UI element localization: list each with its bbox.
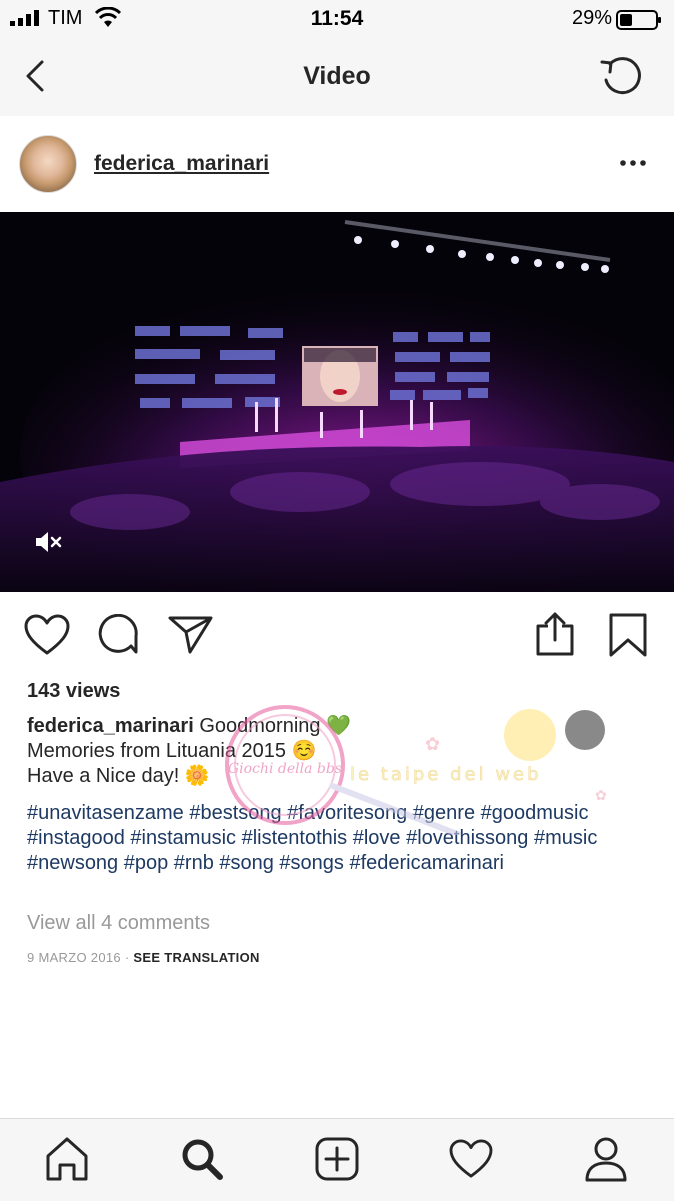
battery-percent: 29% <box>571 7 612 29</box>
heart-icon[interactable] <box>24 614 70 656</box>
more-icon[interactable] <box>618 148 648 178</box>
nav-bar: Video <box>0 40 674 117</box>
caption-username[interactable]: federica_marinari <box>27 715 194 737</box>
caption-line-2: Memories from Lituania 2015 ☺️ <box>27 739 647 764</box>
caption-text-3: Have a Nice day! <box>27 765 180 787</box>
post-header: federica_marinari <box>0 116 674 212</box>
post-date-row: 9 MARZO 2016 · SEE TRANSLATION <box>27 950 260 965</box>
profile-icon[interactable] <box>584 1136 628 1182</box>
upload-icon[interactable] <box>534 610 576 658</box>
video-frame <box>0 212 674 592</box>
caption-text-2: Memories from Lituania 2015 <box>27 740 287 762</box>
bookmark-icon[interactable] <box>608 612 648 658</box>
status-bar: TIM 11:54 29% <box>0 0 674 40</box>
share-icon[interactable] <box>168 614 214 654</box>
caption-line-1: federica_marinari Goodmorning 💚 <box>27 714 647 739</box>
flower-emoji: 🌼 <box>184 765 210 787</box>
hashtags[interactable]: #unavitasenzame #bestsong #favoritesong … <box>27 801 647 876</box>
green-heart-emoji: 💚 <box>326 715 351 737</box>
avatar[interactable] <box>19 135 77 193</box>
activity-icon[interactable] <box>449 1139 493 1179</box>
see-translation-link[interactable]: SEE TRANSLATION <box>133 950 259 965</box>
search-icon[interactable] <box>180 1137 224 1181</box>
post-date: 9 MARZO 2016 <box>27 950 121 965</box>
view-comments-link[interactable]: View all 4 comments <box>27 912 210 935</box>
add-icon[interactable] <box>315 1137 359 1181</box>
comment-icon[interactable] <box>98 614 140 656</box>
caption-text-1: Goodmorning <box>199 715 321 737</box>
mute-icon[interactable] <box>34 530 64 554</box>
page-title: Video <box>303 62 371 90</box>
view-count: 143 views <box>27 680 121 702</box>
tab-bar <box>0 1118 674 1201</box>
refresh-icon[interactable] <box>598 52 646 100</box>
caption: federica_marinari Goodmorning 💚 Memories… <box>27 714 647 789</box>
date-separator: · <box>120 950 134 965</box>
battery-icon <box>616 10 661 30</box>
caption-line-3: Have a Nice day! 🌼 <box>27 764 647 789</box>
smile-emoji: ☺️ <box>291 740 317 762</box>
post-username[interactable]: federica_marinari <box>94 152 269 176</box>
video-player[interactable] <box>0 212 674 592</box>
home-icon[interactable] <box>45 1136 89 1182</box>
